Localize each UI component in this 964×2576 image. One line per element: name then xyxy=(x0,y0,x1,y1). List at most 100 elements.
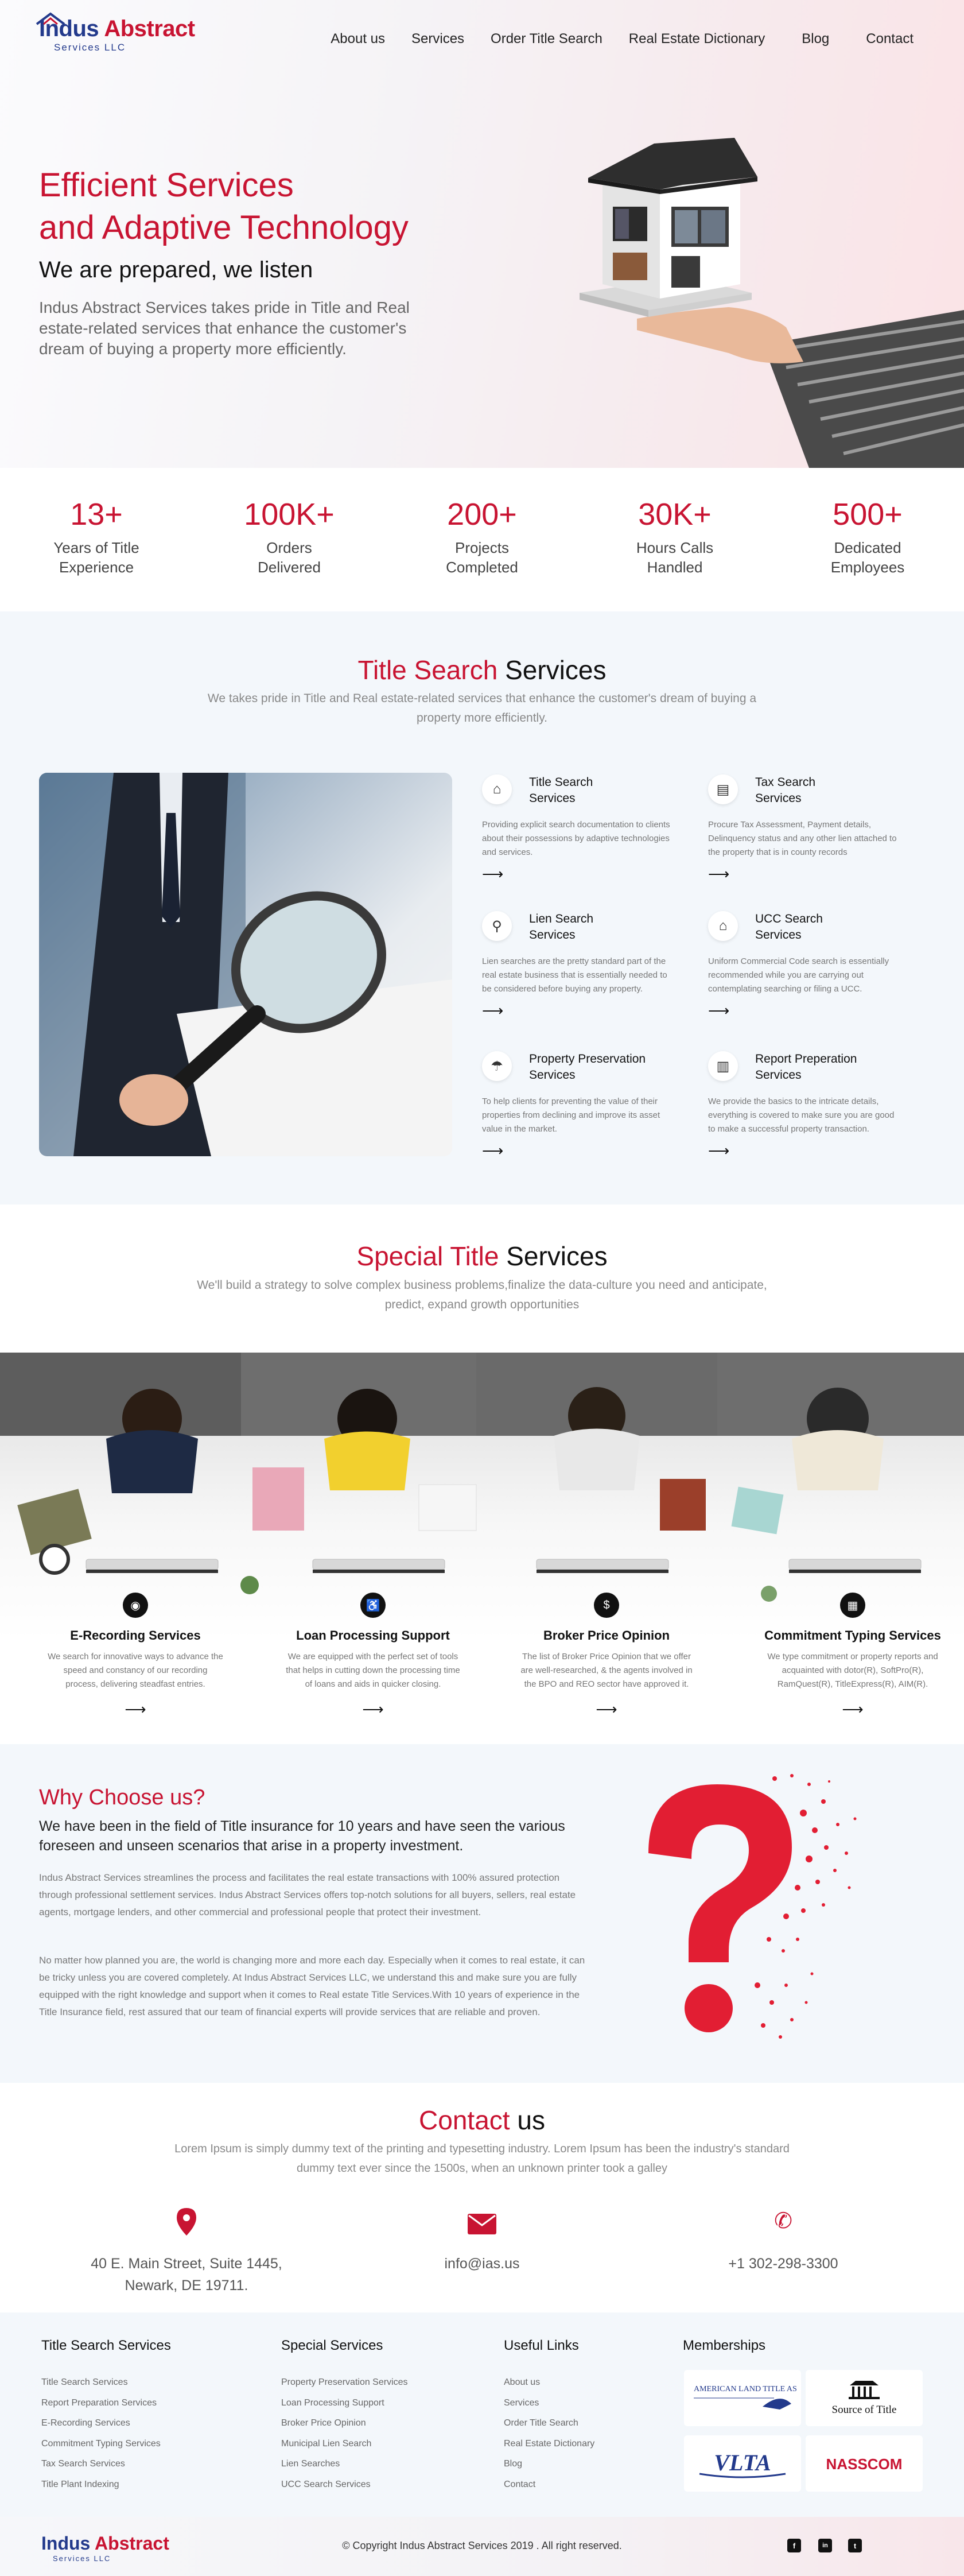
hand-money-icon: $ xyxy=(594,1593,619,1618)
special-service-broker-price[interactable]: $ Broker Price Opinion The list of Broke… xyxy=(492,1593,721,1718)
facebook-icon[interactable]: f xyxy=(787,2539,801,2552)
service-name: Loan Processing Support xyxy=(296,1628,450,1643)
footer-col-useful-links: Useful Links About us Services Order Tit… xyxy=(504,2338,594,2494)
stat-value: 100K+ xyxy=(244,497,335,532)
footer-link[interactable]: Tax Search Services xyxy=(41,2454,171,2474)
stats-section: 13+ Years of Title Experience 100K+ Orde… xyxy=(0,468,964,611)
vlta-logo: VLTA xyxy=(699,2450,786,2478)
envelope-icon xyxy=(339,2208,625,2239)
nav-contact[interactable]: Contact xyxy=(866,31,914,47)
svg-text:NASSCOM: NASSCOM xyxy=(826,2455,903,2473)
footer-link[interactable]: Commitment Typing Services xyxy=(41,2434,171,2454)
logo-subtitle: Services LLC xyxy=(54,42,126,53)
stat-label: Years of Title Experience xyxy=(53,539,139,576)
arrow-right-icon[interactable]: ⟶ xyxy=(482,1142,503,1160)
site-header: Indus Abstract Services LLC About us Ser… xyxy=(0,0,964,80)
svg-text:VLTA: VLTA xyxy=(714,2450,771,2476)
vlta-badge: VLTA xyxy=(684,2435,801,2492)
footer-col-title: Useful Links xyxy=(504,2338,579,2353)
hand-holding-house-illustration xyxy=(580,138,964,468)
footer-col-title: Memberships xyxy=(683,2338,766,2353)
service-text: We are equipped with the perfect set of … xyxy=(286,1652,460,1689)
footer-link[interactable]: Real Estate Dictionary xyxy=(504,2434,594,2454)
svg-text:Source of Title: Source of Title xyxy=(832,2404,897,2416)
footer-link[interactable]: UCC Search Services xyxy=(281,2474,408,2495)
house-search-icon: ⌂ xyxy=(482,774,512,804)
stat-value: 200+ xyxy=(447,497,517,532)
nav-services[interactable]: Services xyxy=(411,31,464,47)
footer-col-title: Special Services xyxy=(281,2338,383,2353)
twitter-icon[interactable]: t xyxy=(848,2539,862,2552)
phone-text[interactable]: +1 302-298-3300 xyxy=(640,2253,927,2275)
footer-link[interactable]: Property Preservation Services xyxy=(281,2372,408,2393)
address-text: 40 E. Main Street, Suite 1445, Newark, D… xyxy=(91,2256,282,2294)
contact-phone[interactable]: ✆ +1 302-298-3300 xyxy=(640,2208,927,2275)
special-service-e-recording[interactable]: ◉ E-Recording Services We search for inn… xyxy=(21,1593,250,1718)
footer-link[interactable]: Order Title Search xyxy=(504,2413,594,2434)
arrow-right-icon[interactable]: ⟶ xyxy=(482,865,503,883)
phone-icon: ✆ xyxy=(774,2209,792,2233)
site-logo[interactable]: Indus Abstract Services LLC xyxy=(36,12,195,53)
stat-value: 13+ xyxy=(70,497,123,532)
email-text[interactable]: info@ias.us xyxy=(339,2253,625,2275)
footer-link[interactable]: Services xyxy=(504,2393,594,2414)
arrow-right-icon[interactable]: ⟶ xyxy=(738,1700,964,1718)
special-service-loan-processing[interactable]: ♿ Loan Processing Support We are equippe… xyxy=(258,1593,488,1718)
arrow-right-icon[interactable]: ⟶ xyxy=(708,1142,729,1160)
why-choose-us-section: Why Choose us? We have been in the field… xyxy=(0,1744,964,2083)
globe-icon: ◉ xyxy=(123,1593,148,1618)
arrow-right-icon[interactable]: ⟶ xyxy=(482,1002,503,1020)
footer-col-title: Title Search Services xyxy=(41,2338,171,2353)
arrow-right-icon[interactable]: ⟶ xyxy=(708,865,729,883)
service-text: We type commitment or property reports a… xyxy=(767,1652,938,1689)
contact-email[interactable]: info@ias.us xyxy=(339,2208,625,2275)
footer-link[interactable]: Contact xyxy=(504,2474,594,2495)
nav-blog[interactable]: Blog xyxy=(802,31,829,47)
hero-headline-line2: and Adaptive Technology xyxy=(39,209,409,246)
hero-body: Indus Abstract Services takes pride in T… xyxy=(39,299,410,358)
why-lead: We have been in the field of Title insur… xyxy=(39,1818,565,1854)
map-pin-icon xyxy=(43,2208,330,2239)
stat-label: Dedicated Employees xyxy=(830,539,905,576)
footer-link[interactable]: Blog xyxy=(504,2454,594,2474)
nav-about-us[interactable]: About us xyxy=(331,31,385,47)
footer-link[interactable]: Municipal Lien Search xyxy=(281,2434,408,2454)
arrow-right-icon[interactable]: ⟶ xyxy=(258,1700,488,1718)
title-search-description: We takes pride in Title and Real estate-… xyxy=(207,692,757,725)
service-text: We search for innovative ways to advance… xyxy=(48,1652,223,1689)
heading-red: Special Title xyxy=(356,1241,499,1271)
svg-text:AMERICAN LAND TITLE ASSOCIATIO: AMERICAN LAND TITLE ASSOCIATION xyxy=(694,2385,797,2393)
service-text: The list of Broker Price Opinion that we… xyxy=(520,1652,693,1689)
service-text: Providing explicit search documentation … xyxy=(482,820,670,857)
nav-order-title-search[interactable]: Order Title Search xyxy=(491,31,602,47)
arrow-right-icon[interactable]: ⟶ xyxy=(492,1700,721,1718)
special-service-commitment-typing[interactable]: ▦ Commitment Typing Services We type com… xyxy=(738,1593,964,1718)
source-of-title-logo: Source of Title xyxy=(832,2381,897,2416)
arrow-right-icon[interactable]: ⟶ xyxy=(21,1700,250,1718)
linkedin-icon[interactable]: in xyxy=(818,2539,832,2552)
footer-col-memberships: Memberships xyxy=(683,2338,765,2372)
service-name: UCC Search Services xyxy=(755,912,823,942)
stat-label: Projects Completed xyxy=(446,539,518,576)
footer-link[interactable]: About us xyxy=(504,2372,594,2393)
hero-subheadline: We are prepared, we listen xyxy=(39,257,313,282)
nasscom-logo: NASSCOM xyxy=(826,2455,903,2473)
footer-link[interactable]: Lien Searches xyxy=(281,2454,408,2474)
magnifier-photo xyxy=(39,773,452,1156)
footer-link[interactable]: E-Recording Services xyxy=(41,2413,171,2434)
footer-link[interactable]: Broker Price Opinion xyxy=(281,2413,408,2434)
arrow-right-icon[interactable]: ⟶ xyxy=(708,1002,729,1020)
service-name: Tax Search Services xyxy=(755,776,816,805)
contact-heading: Contact us xyxy=(0,2105,964,2136)
special-heading: Special Title Services xyxy=(0,1241,964,1272)
service-name: Commitment Typing Services xyxy=(764,1628,941,1643)
footer-bottom-bar: Indus Abstract Services LLC © Copyright … xyxy=(0,2517,964,2576)
hero-headline: Efficient Services and Adaptive Technolo… xyxy=(39,164,409,249)
footer-link[interactable]: Loan Processing Support xyxy=(281,2393,408,2414)
footer-link[interactable]: Report Preparation Services xyxy=(41,2393,171,2414)
tax-document-icon: ▤ xyxy=(708,774,738,804)
alta-logo: AMERICAN LAND TITLE ASSOCIATION xyxy=(694,2385,797,2410)
footer-link[interactable]: Title Plant Indexing xyxy=(41,2474,171,2495)
footer-link[interactable]: Title Search Services xyxy=(41,2372,171,2393)
nav-real-estate-dictionary[interactable]: Real Estate Dictionary xyxy=(629,31,765,47)
